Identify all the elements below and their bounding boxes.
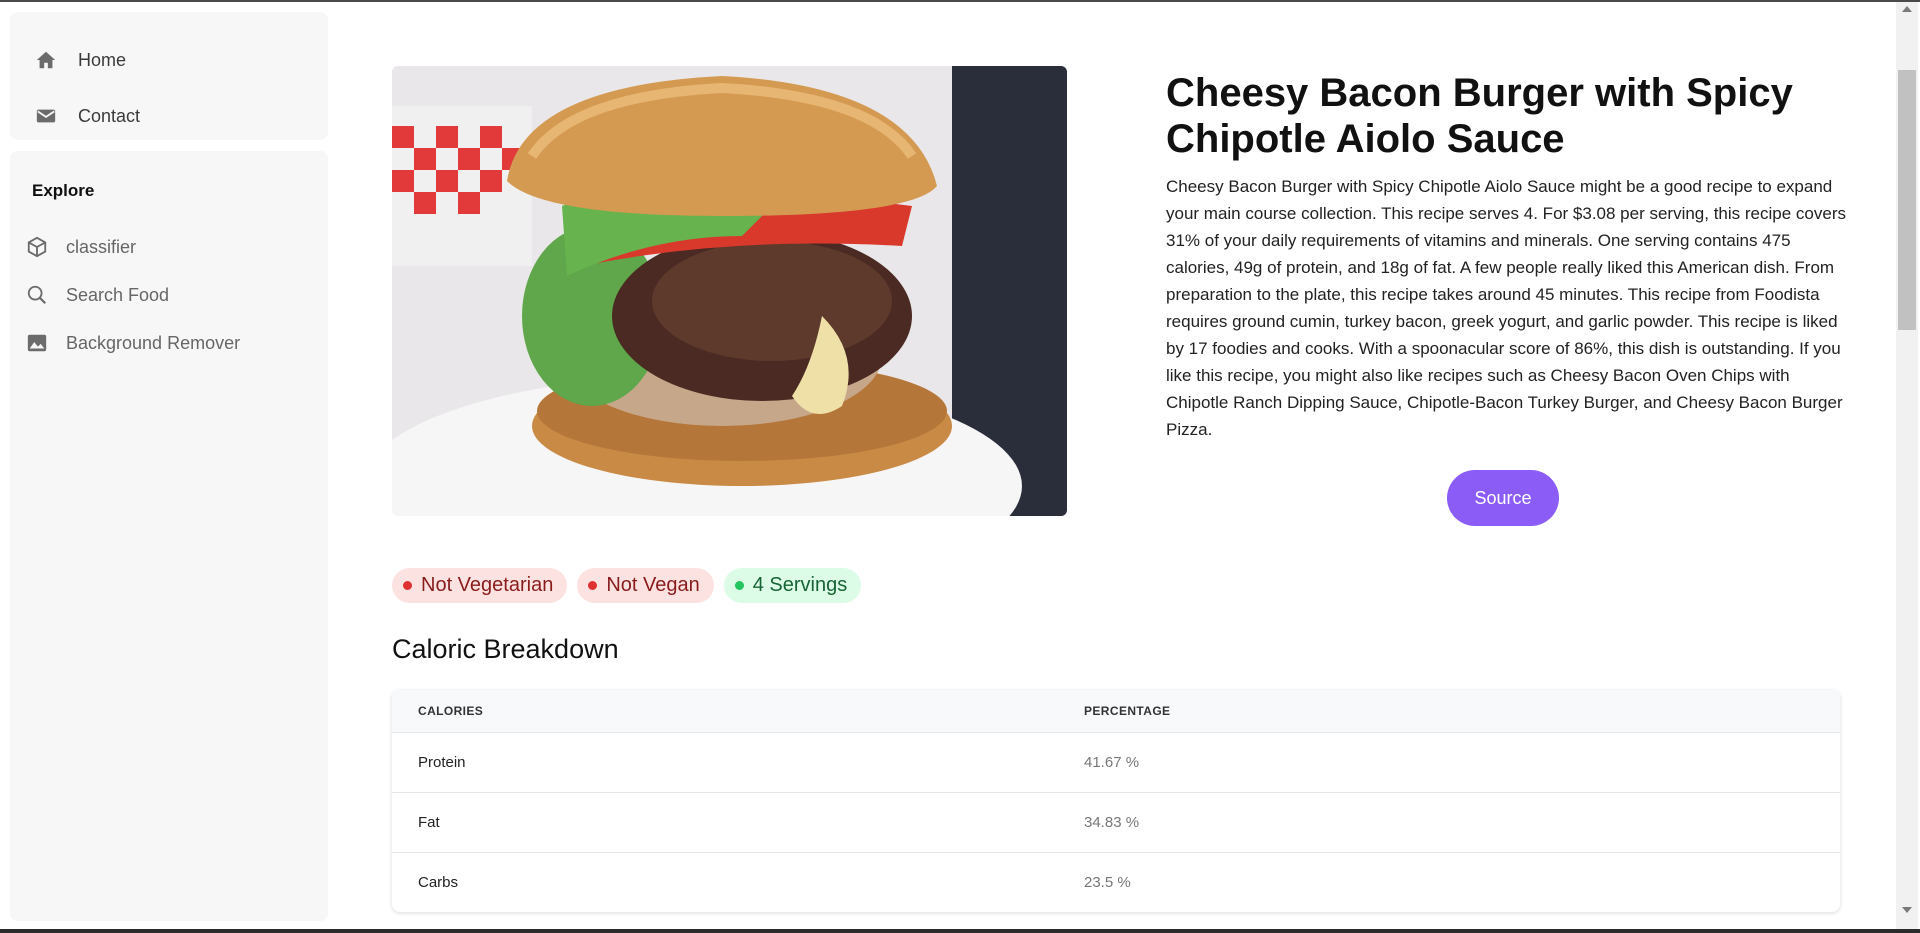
sidebar: Home Contact Explore classifier Search F…	[10, 12, 328, 921]
source-button[interactable]: Source	[1447, 470, 1559, 526]
sidebar-item-label: Background Remover	[66, 332, 241, 353]
sidebar-item-label: Contact	[78, 105, 141, 126]
home-icon	[34, 48, 58, 72]
sidebar-item-home[interactable]: Home	[10, 32, 328, 88]
caloric-breakdown-table: CALORIES PERCENTAGE Protein 41.67 % Fat …	[392, 690, 1840, 912]
sidebar-item-classifier[interactable]: classifier	[10, 223, 328, 271]
scroll-down-arrow-icon[interactable]	[1900, 905, 1914, 915]
status-dot	[734, 581, 744, 590]
nutrient-percentage: 41.67 %	[1058, 731, 1840, 792]
sidebar-item-label: Home	[78, 49, 127, 70]
nutrient-name: Protein	[392, 731, 1058, 792]
explore-heading: Explore	[32, 181, 95, 200]
badge-label: Not Vegan	[606, 574, 700, 596]
status-badge-not-vegetarian: Not Vegetarian	[392, 568, 568, 603]
sidebar-explore-card: Explore classifier Search Food Backgroun…	[10, 151, 328, 921]
status-badge-not-vegan: Not Vegan	[577, 568, 714, 603]
image-icon	[24, 330, 50, 356]
cube-icon	[24, 234, 50, 260]
status-dot	[403, 581, 412, 590]
scrollbar-thumb[interactable]	[1898, 70, 1916, 330]
nutrient-percentage: 34.83 %	[1058, 791, 1840, 852]
recipe-description: Cheesy Bacon Burger with Spicy Chipotle …	[1166, 177, 1846, 439]
badge-label: Not Vegetarian	[421, 574, 554, 596]
taskbar-strip	[0, 929, 1920, 933]
sidebar-item-label: Search Food	[66, 284, 170, 305]
column-header-calories: CALORIES	[418, 703, 484, 718]
nutrient-percentage: 23.5 %	[1058, 851, 1840, 912]
nutrient-name: Fat	[392, 791, 1058, 852]
recipe-image	[392, 66, 1067, 516]
table-row: Carbs 23.5 %	[392, 851, 1840, 912]
sidebar-nav-card: Home Contact	[10, 12, 328, 140]
status-dot	[588, 581, 598, 590]
table-row: Protein 41.67 %	[392, 731, 1840, 792]
mail-icon	[34, 104, 58, 128]
diet-badges: Not Vegetarian Not Vegan 4 Servings	[392, 568, 862, 603]
caloric-breakdown-heading: Caloric Breakdown	[392, 634, 619, 664]
scroll-up-arrow-icon[interactable]	[1900, 4, 1914, 14]
table-row: Fat 34.83 %	[392, 791, 1840, 852]
column-header-percentage: PERCENTAGE	[1084, 703, 1171, 718]
sidebar-item-contact[interactable]: Contact	[10, 88, 328, 144]
sidebar-item-search-food[interactable]: Search Food	[10, 271, 328, 319]
nutrient-name: Carbs	[392, 851, 1058, 912]
search-icon	[24, 282, 50, 308]
sidebar-item-background-remover[interactable]: Background Remover	[10, 319, 328, 367]
status-badge-servings: 4 Servings	[723, 568, 862, 603]
sidebar-item-label: classifier	[66, 236, 137, 257]
recipe-title: Cheesy Bacon Burger with Spicy Chipotle …	[1166, 71, 1793, 161]
table-header-row: CALORIES PERCENTAGE	[392, 690, 1840, 732]
badge-label: 4 Servings	[752, 574, 848, 596]
window-top-border	[0, 0, 1920, 2]
